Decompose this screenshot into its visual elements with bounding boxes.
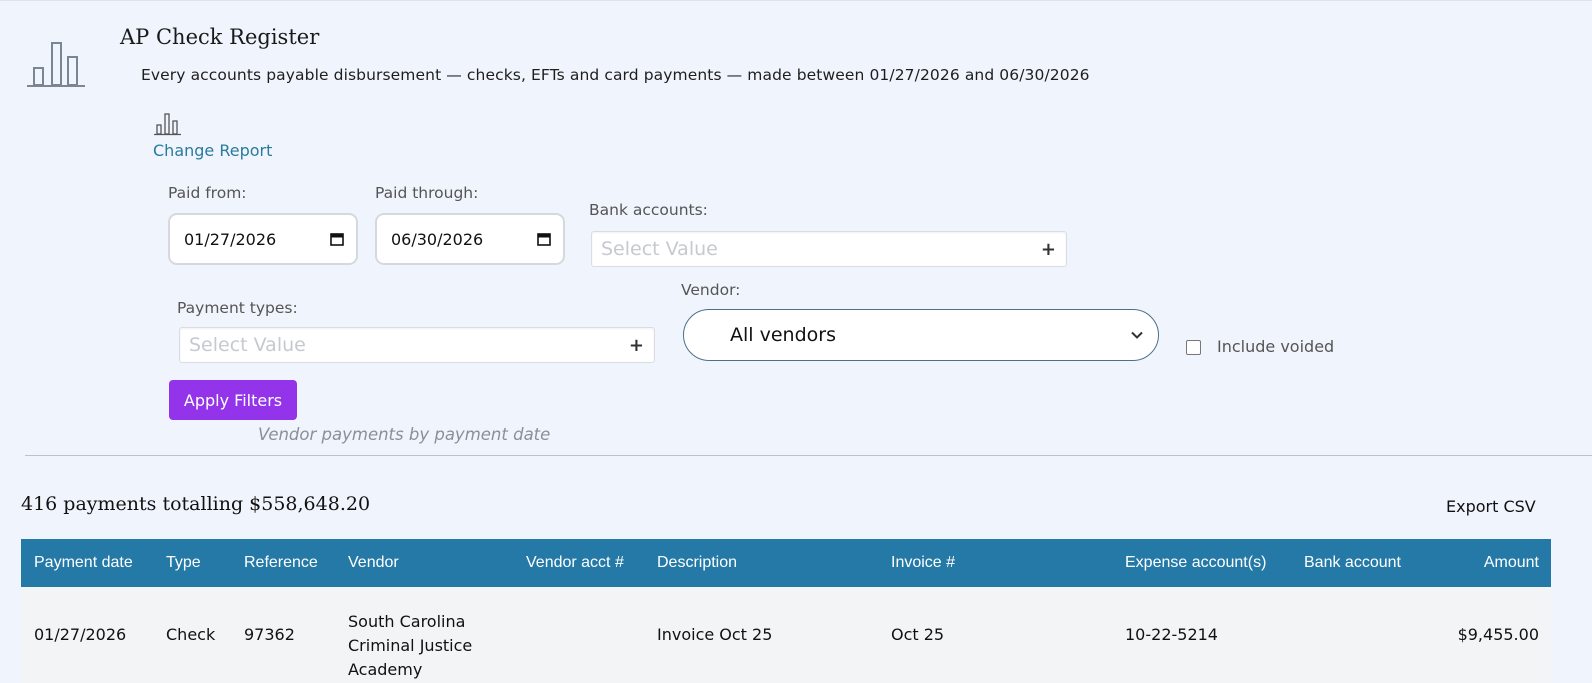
- plus-icon[interactable]: +: [1041, 239, 1056, 260]
- paid-from-date-input[interactable]: 01/27/2026: [168, 213, 358, 265]
- col-type[interactable]: Type: [166, 539, 201, 587]
- page-subtitle: Every accounts payable disbursement — ch…: [141, 66, 1090, 84]
- vendor-selected-value: All vendors: [730, 324, 836, 346]
- col-bank-account[interactable]: Bank account: [1304, 539, 1401, 587]
- include-voided-checkbox[interactable]: [1186, 340, 1201, 355]
- apply-filters-button[interactable]: Apply Filters: [169, 380, 297, 420]
- paid-from-value: 01/27/2026: [184, 229, 277, 249]
- cell-amount: $9,455.00: [1457, 625, 1539, 644]
- table-row[interactable]: 01/27/2026 Check 97362 South Carolina Cr…: [21, 587, 1551, 683]
- cell-payment-date: 01/27/2026: [34, 625, 127, 644]
- col-reference[interactable]: Reference: [244, 539, 318, 587]
- calendar-icon[interactable]: [537, 232, 551, 246]
- vendor-label: Vendor:: [681, 281, 741, 299]
- bank-accounts-placeholder: Select Value: [601, 238, 718, 260]
- cell-expense-accounts: 10-22-5214: [1125, 625, 1218, 644]
- paid-from-label: Paid from:: [168, 184, 247, 202]
- col-invoice[interactable]: Invoice #: [891, 539, 955, 587]
- table-header: Payment date Type Reference Vendor Vendo…: [21, 539, 1551, 587]
- payment-types-placeholder: Select Value: [189, 334, 306, 356]
- payment-types-multiselect[interactable]: Select Value +: [179, 327, 655, 363]
- bar-chart-icon: [27, 42, 85, 87]
- include-voided-label[interactable]: Include voided: [1217, 337, 1334, 356]
- col-payment-date[interactable]: Payment date: [34, 539, 133, 587]
- cell-invoice: Oct 25: [891, 625, 945, 644]
- payments-summary: 416 payments totalling $558,648.20: [21, 493, 371, 515]
- top-border: [0, 0, 1592, 1]
- plus-icon[interactable]: +: [629, 335, 644, 356]
- vendor-select[interactable]: All vendors: [683, 309, 1159, 361]
- paid-through-value: 06/30/2026: [391, 229, 484, 249]
- cell-reference: 97362: [244, 625, 295, 644]
- bank-accounts-label: Bank accounts:: [589, 201, 708, 219]
- bank-accounts-multiselect[interactable]: Select Value +: [591, 231, 1067, 267]
- cell-vendor: South Carolina Criminal Justice Academy: [348, 612, 473, 679]
- col-vendor[interactable]: Vendor: [348, 539, 399, 587]
- payments-table: Payment date Type Reference Vendor Vendo…: [21, 539, 1551, 683]
- cell-description: Invoice Oct 25: [657, 625, 773, 644]
- cell-type: Check: [166, 625, 216, 644]
- report-caption: Vendor payments by payment date: [258, 425, 551, 444]
- payment-types-label: Payment types:: [177, 299, 298, 317]
- calendar-icon[interactable]: [330, 232, 344, 246]
- paid-through-date-input[interactable]: 06/30/2026: [375, 213, 565, 265]
- paid-through-label: Paid through:: [375, 184, 479, 202]
- page-title: AP Check Register: [120, 25, 320, 49]
- change-report-chart-icon[interactable]: [153, 112, 183, 136]
- change-report-link[interactable]: Change Report: [153, 141, 272, 160]
- col-amount[interactable]: Amount: [1421, 539, 1539, 587]
- chevron-down-icon: [1131, 331, 1143, 339]
- export-csv-button[interactable]: Export CSV: [1446, 497, 1536, 516]
- col-vendor-acct[interactable]: Vendor acct #: [526, 539, 624, 587]
- col-expense-accounts[interactable]: Expense account(s): [1125, 539, 1266, 587]
- section-divider: [25, 455, 1592, 456]
- col-description[interactable]: Description: [657, 539, 737, 587]
